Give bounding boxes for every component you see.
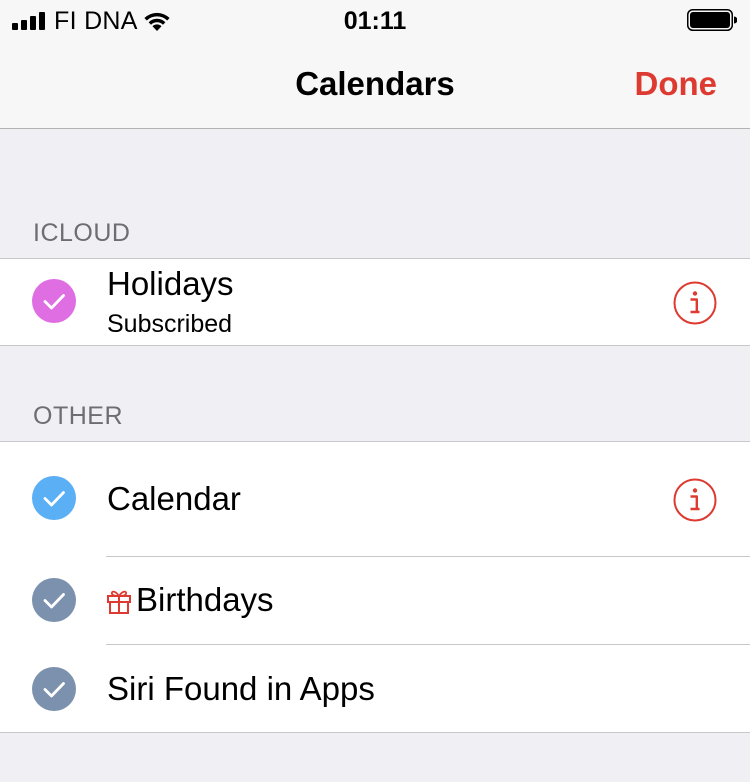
calendar-subtitle: Subscribed [107,310,233,338]
calendar-title-wrap: Birthdays [107,580,274,620]
calendar-row-calendar[interactable]: Calendar [0,442,750,556]
status-bar: FI DNA 01:11 [0,0,750,40]
checkmark-icon[interactable] [32,476,76,520]
calendar-title: Holidays [107,265,234,302]
calendar-row-birthdays[interactable]: Birthdays [0,557,750,644]
checkmark-icon[interactable] [32,667,76,711]
gift-icon [107,590,131,614]
calendar-title: Siri Found in Apps [107,670,375,707]
status-time: 01:11 [343,7,407,35]
calendar-title: Calendar [107,480,241,517]
battery-icon [687,9,737,31]
calendar-row-holidays[interactable]: Holidays Subscribed [0,259,750,345]
calendar-row-siri-found-in-apps[interactable]: Siri Found in Apps [0,645,750,732]
checkmark-icon[interactable] [32,578,76,622]
calendar-title: Birthdays [136,581,274,618]
section-header-icloud: ICLOUD [33,219,131,247]
section-header-other: OTHER [33,402,123,430]
done-button[interactable]: Done [635,64,718,104]
checkmark-icon[interactable] [32,279,76,323]
other-calendar-list: Calendar Birthdays Siri Found in Apps [0,441,750,733]
info-icon[interactable] [673,281,717,325]
info-icon[interactable] [673,478,717,522]
calendars-screen: FI DNA 01:11 Calendars Done ICLOUD Holid… [0,0,750,782]
navigation-bar: FI DNA 01:11 Calendars Done [0,0,750,129]
icloud-calendar-list: Holidays Subscribed [0,258,750,346]
